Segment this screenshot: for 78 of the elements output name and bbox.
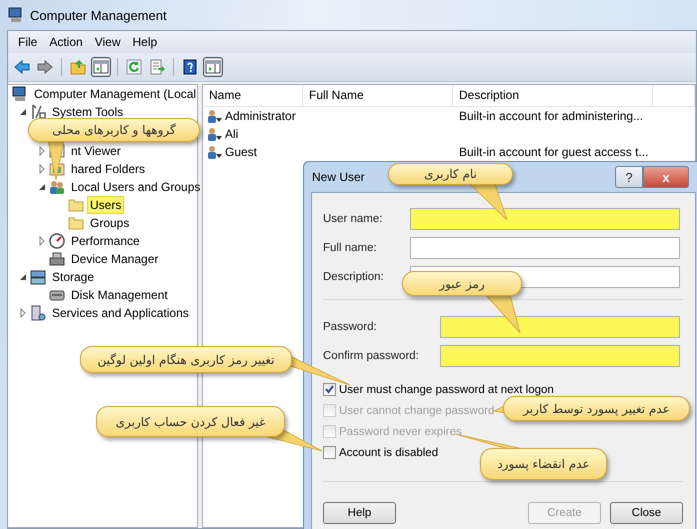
toolbar-button[interactable] xyxy=(91,57,111,77)
callout: غیر فعال کردن حساب کاربری xyxy=(96,406,285,437)
toolbar-button[interactable] xyxy=(203,57,223,77)
dialog-title: New User xyxy=(311,170,365,184)
tree-item[interactable]: Users xyxy=(88,197,124,213)
tree-item[interactable]: Performance xyxy=(69,233,142,249)
user-icon xyxy=(207,126,223,142)
user-icon xyxy=(207,108,223,124)
field-label: Confirm password: xyxy=(323,350,420,362)
export-list-icon xyxy=(149,59,165,75)
column-header[interactable]: Full Name xyxy=(303,85,453,106)
refresh-icon xyxy=(126,59,142,75)
window-title: Computer Management xyxy=(30,8,167,22)
tree-item[interactable]: Disk Management xyxy=(69,287,170,303)
tree-item[interactable]: nt Viewer xyxy=(69,143,123,159)
device-icon xyxy=(49,251,65,267)
users-icon xyxy=(49,179,65,195)
callout: رمز عبور xyxy=(402,271,522,296)
field-label: Full name: xyxy=(323,242,378,254)
column-header[interactable]: Name xyxy=(203,85,303,106)
callout: تغییر رمز کاربری هنگام اولین لوگین xyxy=(80,346,292,373)
checkbox-label: User must change password at next logon xyxy=(339,384,554,396)
folder-up-icon xyxy=(70,59,86,75)
checkbox-label: Account is disabled xyxy=(339,446,438,458)
expander-icon[interactable] xyxy=(37,182,47,192)
tools-icon xyxy=(30,104,46,120)
field-label: Password: xyxy=(323,320,378,332)
expander-icon[interactable] xyxy=(18,272,28,282)
tree-item[interactable]: hared Folders xyxy=(69,161,148,177)
tree-item[interactable]: Groups xyxy=(88,215,132,231)
field-label: Description: xyxy=(323,270,385,282)
table-cell: Guest xyxy=(225,145,258,159)
checkbox[interactable] xyxy=(323,383,336,396)
help-button[interactable]: ? xyxy=(615,166,643,188)
table-cell: Ali xyxy=(225,127,238,141)
input-field[interactable] xyxy=(410,236,680,258)
table-cell: Administrator xyxy=(225,109,296,123)
checkbox-label: Password never expires xyxy=(339,426,462,438)
tree-item[interactable]: Device Manager xyxy=(69,251,160,267)
menu-item[interactable]: View xyxy=(88,33,126,51)
console-tree-icon xyxy=(93,59,109,75)
services-icon xyxy=(30,305,46,321)
input-field[interactable] xyxy=(440,316,680,338)
tree-item[interactable]: Services and Applications xyxy=(50,305,191,321)
help-icon xyxy=(182,59,198,75)
menu-item[interactable]: Action xyxy=(43,33,89,51)
action-pane-icon xyxy=(205,59,221,75)
expander-icon[interactable] xyxy=(18,107,28,117)
menu-item[interactable]: Help xyxy=(126,33,164,51)
input-field[interactable] xyxy=(410,208,680,230)
column-header[interactable]: Description xyxy=(453,85,653,106)
tree-item[interactable]: Computer Management (Local xyxy=(32,86,198,102)
input-field[interactable] xyxy=(440,344,680,366)
tree-item[interactable]: Storage xyxy=(50,269,96,285)
dialog-button[interactable]: Help xyxy=(323,502,396,524)
forward-icon xyxy=(37,59,53,75)
callout: گروهها و کاربرهای محلی xyxy=(28,118,200,142)
callout: عدم انقضاء پسورد xyxy=(480,448,607,480)
table-cell: Built-in account for guest access t... xyxy=(459,145,648,159)
callout: نام کاربری xyxy=(388,163,513,185)
folder-icon xyxy=(68,215,84,231)
callout: عدم تغییر پسورد توسط کاربر xyxy=(503,396,690,421)
field-label: User name: xyxy=(323,212,384,224)
computer-icon xyxy=(12,86,28,102)
checkbox[interactable] xyxy=(323,446,336,459)
user-icon xyxy=(207,144,223,160)
storage-icon xyxy=(30,269,46,285)
tree-item[interactable]: System Tools xyxy=(50,104,126,120)
menu-item[interactable]: File xyxy=(12,33,44,51)
back-icon xyxy=(14,59,30,75)
checkbox-label: User cannot change password xyxy=(339,404,494,416)
callout-tail xyxy=(470,184,507,220)
tree-item[interactable]: Local Users and Groups xyxy=(69,179,202,195)
gauge-icon xyxy=(49,233,65,249)
computer-icon xyxy=(8,7,24,23)
dialog-button[interactable]: Close xyxy=(610,502,683,524)
table-cell: Built-in account for administering... xyxy=(459,109,644,123)
folder-icon xyxy=(68,197,84,213)
